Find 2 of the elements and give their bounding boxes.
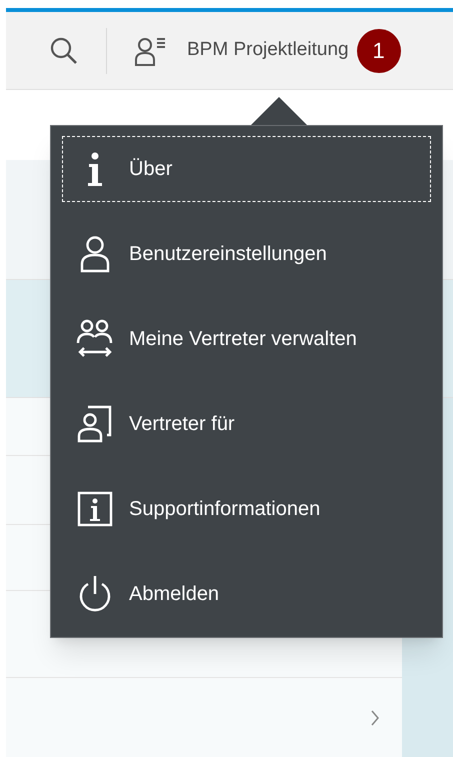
notification-badge: 1 <box>356 28 401 72</box>
user-name: BPM Projektleitung <box>187 38 349 62</box>
